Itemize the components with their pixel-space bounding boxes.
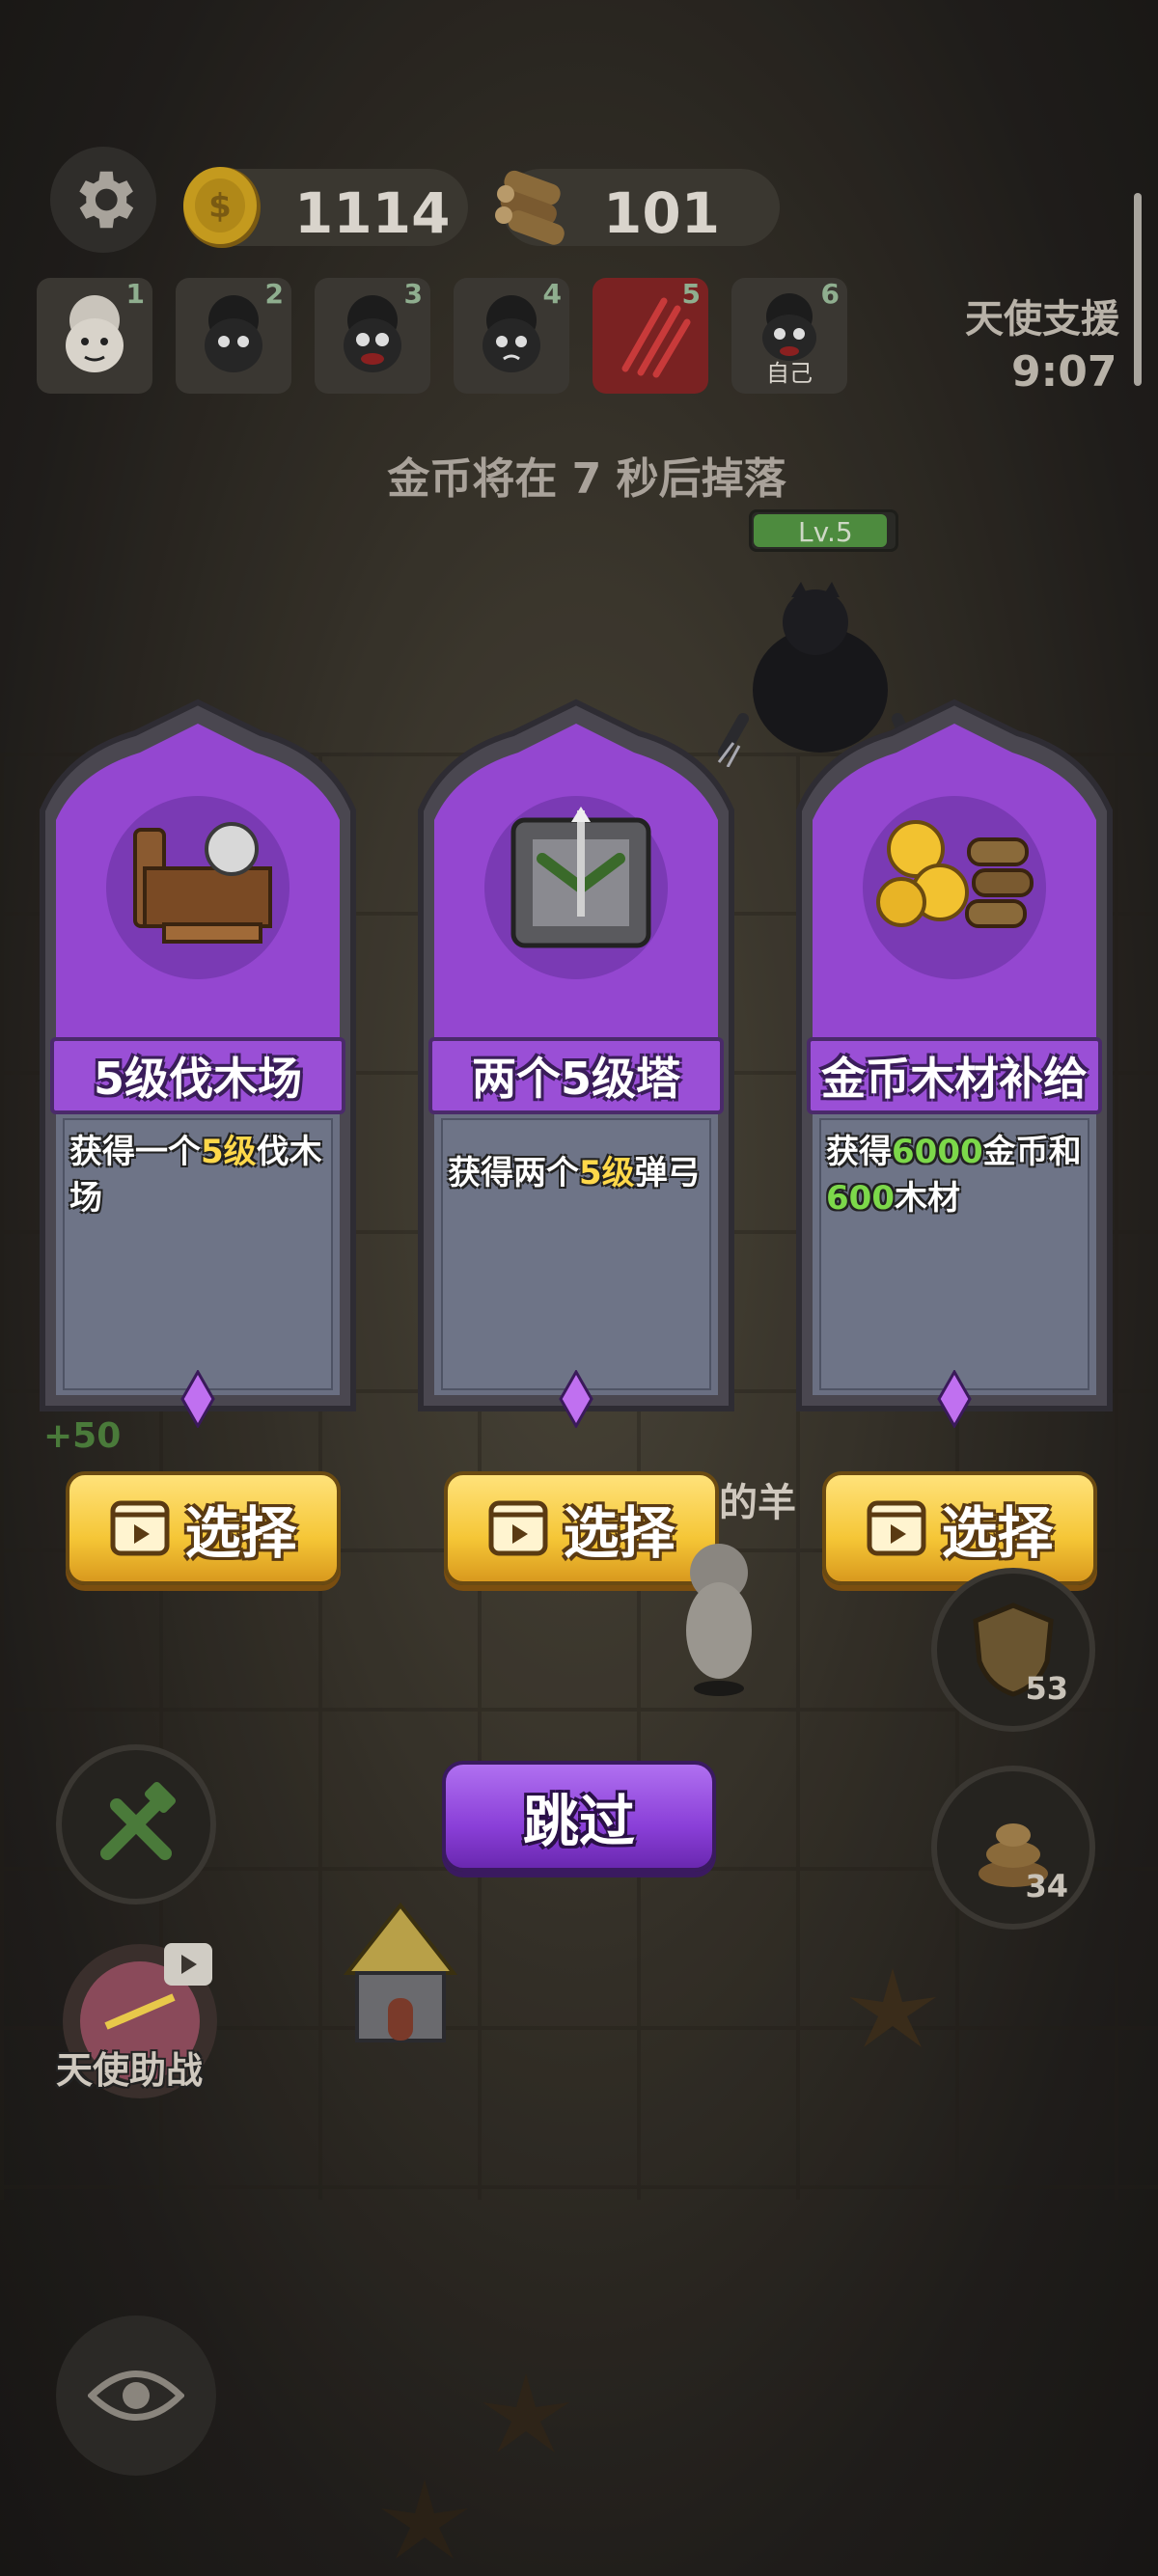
skip-button[interactable]: 跳过 — [442, 1761, 716, 1872]
coin-amount: 1114 — [294, 180, 451, 246]
video-ad-icon — [110, 1500, 170, 1556]
wood-logs-icon — [495, 170, 565, 245]
angel-support-title: 天使支援 — [965, 297, 1119, 342]
slot-number: 5 — [681, 278, 701, 310]
card-description: 获得两个5级弹弓 — [448, 1150, 713, 1196]
slot-number: 2 — [264, 278, 284, 310]
card-title: 5级伐木场 — [93, 1053, 302, 1105]
desc-text: 弹弓 — [634, 1154, 701, 1192]
desc-highlight: 6000 — [892, 1133, 983, 1171]
self-label: 自己 — [766, 360, 813, 387]
player-slot-2[interactable]: 2 — [176, 278, 291, 394]
select-label: 选择 — [941, 1500, 1054, 1566]
eye-icon — [88, 2370, 184, 2421]
ghost-sheep-icon — [686, 1544, 752, 1696]
desc-highlight: 5级 — [579, 1154, 635, 1192]
player-slot-5[interactable]: 5 — [593, 278, 708, 394]
player-slot-4[interactable]: 4 — [454, 278, 569, 394]
dry-leaf-icon — [849, 1968, 936, 2047]
card-title: 金币木材补给 — [821, 1053, 1088, 1105]
card-description: 获得一个5级伐木场 — [69, 1129, 335, 1221]
diamond-gem-icon — [559, 1370, 593, 1428]
shield-count: 53 — [1025, 1670, 1068, 1707]
coins-and-logs-icon — [876, 820, 1034, 928]
crossbow-tower-icon — [510, 807, 651, 948]
enemy-health-bar: Lv.5 — [749, 509, 898, 552]
wood-counter: 101 — [495, 169, 780, 246]
player-slot-1[interactable]: 1 — [37, 278, 152, 394]
slot-number: 4 — [542, 278, 562, 310]
select-label: 选择 — [563, 1500, 676, 1566]
desc-text: 获得 — [826, 1133, 892, 1171]
slot-number: 3 — [403, 278, 423, 310]
desc-text: 金币和 — [982, 1133, 1082, 1171]
settings-button[interactable] — [50, 147, 156, 253]
slot-number: 6 — [820, 278, 840, 310]
card-title: 两个5级塔 — [471, 1053, 680, 1105]
player-slot-3[interactable]: 3 — [315, 278, 430, 394]
wood-amount: 101 — [603, 180, 721, 246]
desc-highlight: 5级 — [201, 1133, 257, 1171]
gear-icon — [79, 171, 134, 229]
card-title-banner: 两个5级塔 — [428, 1037, 724, 1114]
enemy-level: Lv.5 — [798, 516, 853, 548]
poop-skill-button[interactable]: 34 — [931, 1766, 1095, 1930]
desc-text: 获得两个 — [448, 1154, 579, 1192]
angel-help-label: 天使助战 — [56, 2049, 204, 2092]
slot-number: 1 — [125, 278, 145, 310]
diamond-gem-icon — [937, 1370, 972, 1428]
dry-leaf-icon — [381, 2480, 468, 2559]
reward-card-3[interactable]: 金币木材补给 获得6000金币和 600木材 — [786, 695, 1123, 1428]
scrollbar-thumb[interactable] — [1134, 193, 1142, 386]
background-plus-text: +50 — [43, 1416, 122, 1456]
hammer-wrench-icon — [100, 1781, 177, 1860]
card-title-banner: 金币木材补给 — [807, 1037, 1102, 1114]
select-button-1[interactable]: 选择 — [66, 1471, 341, 1585]
diamond-gem-icon — [180, 1370, 215, 1428]
coin-counter: $ 1114 — [183, 167, 468, 248]
reward-card-2[interactable]: 两个5级塔 获得两个5级弹弓 — [407, 695, 745, 1428]
sawmill-icon — [133, 822, 272, 944]
view-toggle-button[interactable] — [56, 2316, 216, 2476]
select-label: 选择 — [184, 1500, 297, 1566]
shield-skill-button[interactable]: 53 — [931, 1568, 1095, 1732]
build-tools-button[interactable] — [56, 1744, 216, 1905]
straw-hut-icon — [343, 1902, 458, 2042]
dry-leaf-icon — [482, 2373, 569, 2453]
background-sheep-text: 的羊 — [719, 1481, 796, 1525]
gold-coin-icon: $ — [183, 167, 261, 248]
poop-count: 34 — [1025, 1868, 1068, 1905]
desc-text: 木材 — [894, 1179, 960, 1218]
video-ad-icon — [867, 1500, 926, 1556]
angel-support-timer: 9:07 — [1011, 347, 1117, 397]
card-title-banner: 5级伐木场 — [50, 1037, 345, 1114]
coin-drop-message: 金币将在 7 秒后掉落 — [387, 454, 786, 504]
svg-text:$: $ — [208, 187, 232, 226]
desc-text: 获得一个 — [69, 1133, 201, 1171]
reward-card-1[interactable]: 5级伐木场 获得一个5级伐木场 — [29, 695, 367, 1428]
desc-highlight: 600 — [826, 1179, 895, 1218]
select-button-3[interactable]: 选择 — [822, 1471, 1097, 1585]
video-ad-icon — [488, 1500, 548, 1556]
card-description: 获得6000金币和 600木材 — [826, 1129, 1091, 1221]
player-slot-6[interactable]: 6 自己 — [731, 278, 847, 394]
skip-label: 跳过 — [522, 1788, 635, 1854]
